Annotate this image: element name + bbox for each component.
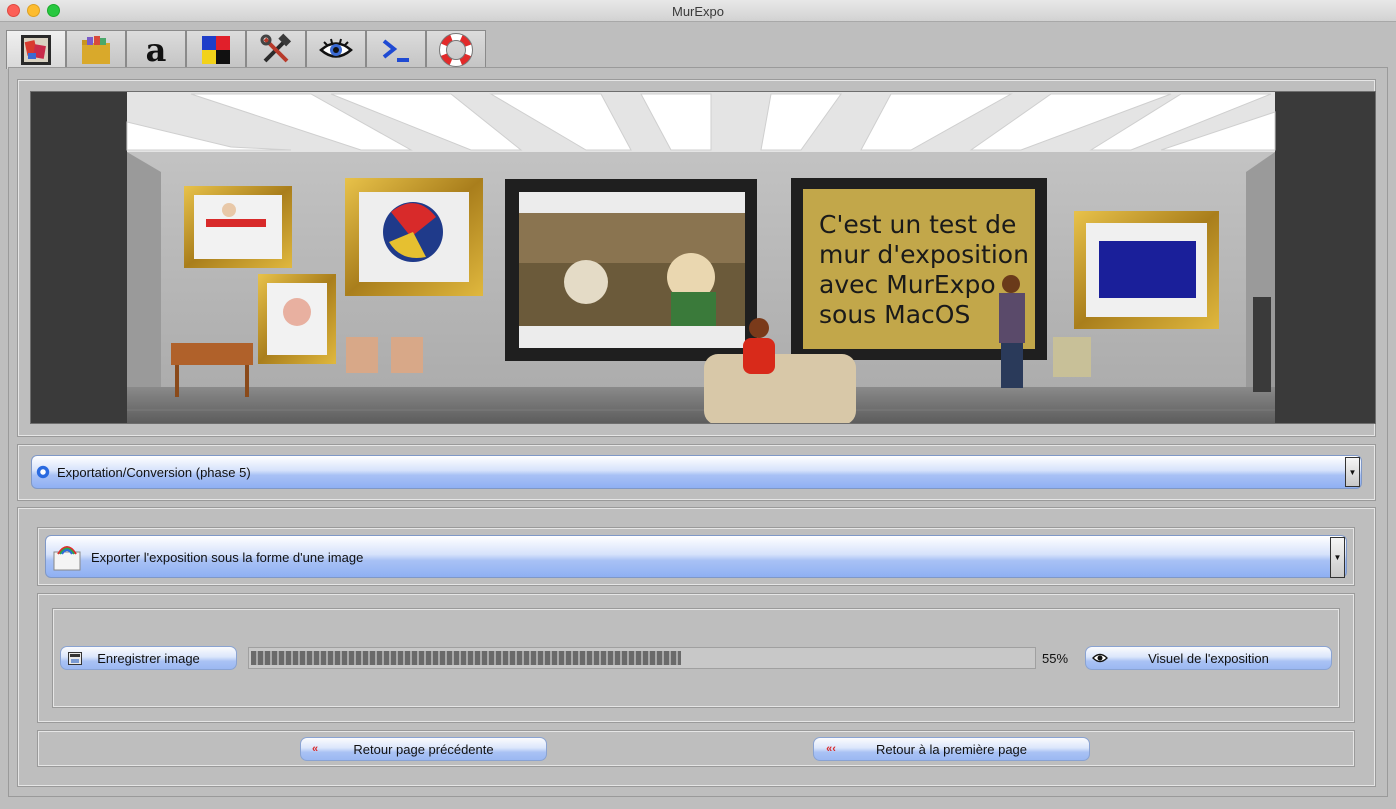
eye-icon — [319, 38, 353, 58]
tab-font[interactable]: a — [126, 30, 186, 68]
export-progress-text: 55% — [1042, 651, 1069, 666]
tab-terminal[interactable] — [366, 30, 426, 68]
export-progress-bar — [248, 647, 1036, 669]
action-select-value: Exporter l'exposition sous la forme d'un… — [91, 550, 364, 565]
color-palette-icon — [202, 35, 230, 64]
tab-view[interactable] — [306, 30, 366, 68]
svg-text:a: a — [146, 33, 167, 67]
app-window: MurExpo a C'est un test de mur d'exposit… — [0, 0, 1396, 809]
font-icon: a — [146, 33, 167, 67]
triple-chevron-left-icon: «‹ — [826, 743, 836, 755]
first-page-label: Retour à la première page — [875, 741, 1028, 757]
gear-icon — [36, 465, 50, 479]
first-page-button[interactable]: «‹ Retour à la première page — [813, 737, 1090, 761]
tab-colors[interactable] — [186, 30, 246, 68]
navigation-box — [37, 730, 1355, 767]
tab-help[interactable] — [426, 30, 486, 68]
double-chevron-left-icon: « — [311, 743, 319, 755]
previous-page-label: Retour page précédente — [353, 741, 494, 757]
title-bar: MurExpo — [0, 0, 1396, 22]
exhibition-wall-image: C'est un test de mur d'exposition avec M… — [31, 92, 1375, 423]
save-icon — [67, 651, 83, 665]
tab-bar: a — [6, 30, 486, 69]
exhibition-view-label: Visuel de l'exposition — [1148, 650, 1269, 666]
lifebuoy-icon — [439, 32, 473, 67]
action-select-arrow[interactable]: ▼ — [1330, 537, 1345, 578]
tab-exposition[interactable] — [6, 30, 66, 69]
save-image-button[interactable]: Enregistrer image — [60, 646, 237, 670]
previous-page-button[interactable]: « Retour page précédente — [300, 737, 547, 761]
terminal-icon — [382, 38, 409, 62]
exhibition-preview: C'est un test de mur d'exposition avec M… — [30, 91, 1376, 424]
action-select[interactable]: Exporter l'exposition sous la forme d'un… — [45, 535, 1347, 578]
export-image-icon — [50, 542, 84, 572]
exhibition-view-button[interactable]: Visuel de l'exposition — [1085, 646, 1332, 670]
phase-select-value: Exportation/Conversion (phase 5) — [57, 465, 251, 480]
phase-select-arrow[interactable]: ▼ — [1345, 457, 1360, 487]
tab-tools[interactable] — [246, 30, 306, 68]
window-title: MurExpo — [671, 4, 725, 19]
tools-icon — [260, 33, 292, 62]
tab-folder[interactable] — [66, 30, 126, 68]
eye-icon — [1092, 651, 1108, 665]
phase-select[interactable]: Exportation/Conversion (phase 5) ▼ — [31, 455, 1362, 489]
folder-icon — [82, 35, 110, 64]
export-progress-fill — [251, 651, 681, 665]
save-image-label: Enregistrer image — [97, 650, 200, 666]
exposition-icon — [21, 35, 51, 65]
